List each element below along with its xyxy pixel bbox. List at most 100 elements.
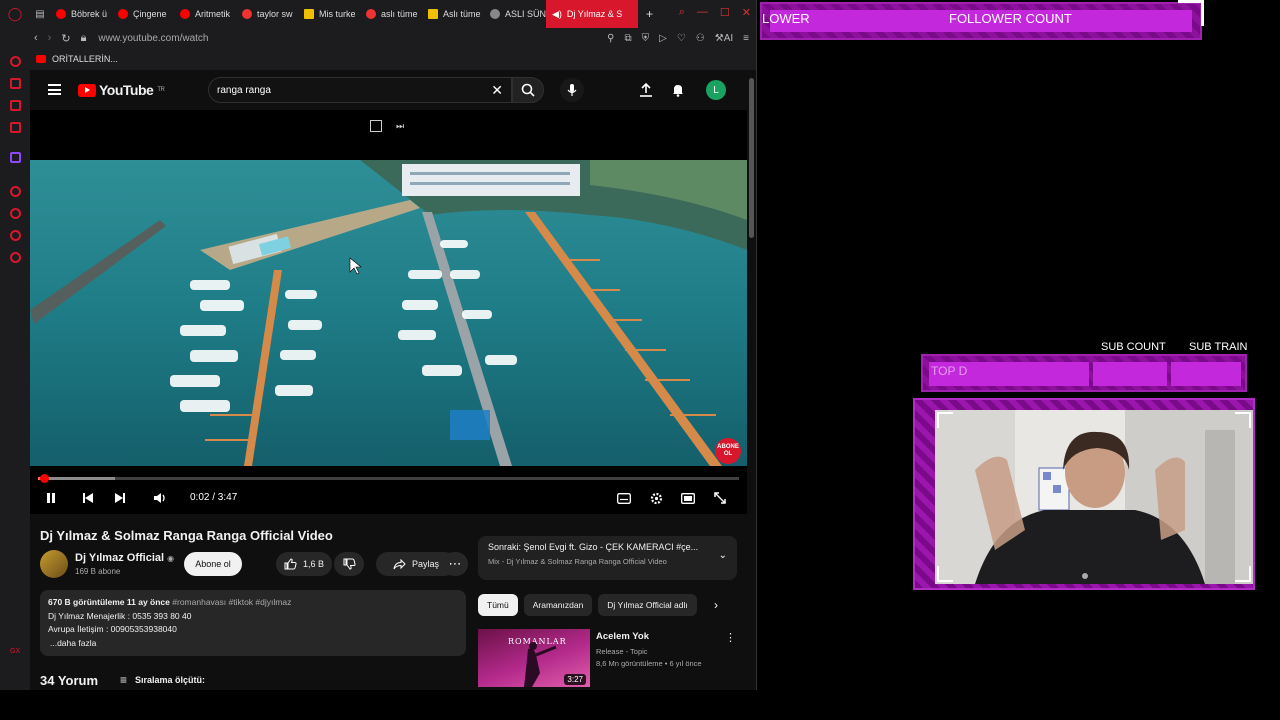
- clear-search-icon[interactable]: ✕: [491, 82, 503, 99]
- channel-avatar[interactable]: [40, 550, 68, 578]
- menu-icon[interactable]: ≡: [743, 33, 749, 44]
- chip-channel[interactable]: Dj Yılmaz Official adlı: [598, 594, 697, 616]
- recommended-title[interactable]: Acelem Yok: [596, 631, 649, 642]
- maximize-icon[interactable]: ☐: [720, 6, 730, 19]
- tab-label: Mis turke: [319, 9, 356, 19]
- bookmark-item[interactable]: ORİTALLERİN...: [52, 54, 118, 64]
- tab[interactable]: Aslı tüme: [422, 0, 484, 28]
- back-icon[interactable]: ‹: [34, 32, 38, 45]
- chip-from-search[interactable]: Aramanızdan: [523, 594, 593, 616]
- tab[interactable]: taylor sw: [236, 0, 298, 28]
- video-thumbnail[interactable]: ROMANLAR 3:27: [478, 629, 590, 687]
- search-input[interactable]: ranga ranga ✕: [208, 77, 512, 103]
- description-line: Dj Yılmaz Menajerlik : 0535 393 80 40: [48, 610, 192, 621]
- close-icon[interactable]: ✕: [742, 6, 751, 19]
- more-vertical-icon[interactable]: ⋮: [725, 631, 736, 644]
- chip-all[interactable]: Tümü: [478, 594, 518, 616]
- up-next-panel[interactable]: Sonraki: Şenol Evgi ft. Gizo - ÇEK KAMER…: [478, 536, 737, 580]
- snapshot-icon[interactable]: ⧉: [624, 33, 631, 44]
- sort-comments-button[interactable]: ≡ Sıralama ölçütü:: [120, 673, 205, 687]
- messenger-icon[interactable]: [10, 122, 21, 133]
- account-avatar[interactable]: L: [706, 80, 726, 100]
- new-tab-button[interactable]: +: [638, 7, 653, 21]
- volume-icon: [154, 493, 165, 503]
- chevron-down-icon[interactable]: ⌄: [719, 550, 727, 561]
- youtube-page: YouTube TR ranga ranga ✕ L ⏭ ABONE OL 0:…: [30, 70, 756, 690]
- scrollbar-thumb[interactable]: [749, 78, 754, 238]
- progress-bar[interactable]: [38, 474, 739, 483]
- show-more-link[interactable]: ...daha fazla: [48, 637, 458, 651]
- notifications-button[interactable]: [668, 80, 688, 100]
- forward-icon[interactable]: ›: [48, 32, 52, 45]
- clock-icon[interactable]: [10, 208, 21, 219]
- tab[interactable]: Mis turke: [298, 0, 360, 28]
- twitch-icon[interactable]: [10, 152, 21, 163]
- chat-icon[interactable]: [10, 100, 21, 111]
- pause-button[interactable]: [43, 490, 59, 506]
- top-label: TOP D: [931, 364, 968, 378]
- tab-manager-icon[interactable]: ▤: [30, 9, 50, 20]
- gx-icon[interactable]: GX: [10, 648, 20, 655]
- voice-search-button[interactable]: [560, 78, 584, 102]
- bag-icon[interactable]: [10, 78, 21, 89]
- pin-icon[interactable]: ⚲: [607, 33, 614, 44]
- volume-button[interactable]: [152, 490, 168, 506]
- video-frame[interactable]: ABONE OL: [30, 160, 747, 466]
- history-icon[interactable]: [10, 56, 21, 67]
- skip-icon[interactable]: ⏭: [396, 120, 408, 132]
- subscribe-watermark[interactable]: ABONE OL: [715, 438, 741, 464]
- like-button[interactable]: 1,6 B: [276, 552, 332, 576]
- folder-icon: [304, 9, 314, 19]
- browser-window: ◯ ▤ Böbrek ü Çingene Aritmetik taylor sw…: [0, 0, 757, 690]
- menu-icon[interactable]: [48, 84, 61, 95]
- reload-icon[interactable]: ↻: [61, 32, 70, 45]
- previous-button[interactable]: [80, 490, 96, 506]
- settings-icon[interactable]: [10, 252, 21, 263]
- youtube-logo[interactable]: YouTube TR: [78, 82, 165, 98]
- top-donor-overlay: TOP D: [921, 354, 1247, 392]
- tab[interactable]: Çingene: [112, 0, 174, 28]
- theater-mode-button[interactable]: [680, 490, 696, 506]
- wallet-icon[interactable]: ⚇: [696, 33, 705, 44]
- url-field[interactable]: www.youtube.com/watch: [98, 33, 208, 44]
- player-icon[interactable]: [10, 186, 21, 197]
- scrubber-handle[interactable]: [40, 474, 49, 483]
- dislike-button[interactable]: [334, 552, 364, 576]
- hashtags[interactable]: #romanhavası #tiktok #djyılmaz: [172, 597, 291, 607]
- window-controls: ⌕ — ☐ ✕: [679, 6, 751, 19]
- next-button[interactable]: [112, 490, 128, 506]
- video-player[interactable]: ⏭ ABONE OL 0:02 / 3:47: [30, 110, 747, 514]
- recommended-video[interactable]: ROMANLAR 3:27 Acelem Yok Release - Topic…: [478, 629, 748, 687]
- subscribe-button[interactable]: Abone ol: [184, 552, 242, 576]
- tab[interactable]: ASLI SÜN: [484, 0, 546, 28]
- fullscreen-button[interactable]: [712, 490, 728, 506]
- tab[interactable]: Aritmetik: [174, 0, 236, 28]
- search-icon: [521, 83, 535, 97]
- extensions-icon[interactable]: [10, 230, 21, 241]
- description-box[interactable]: 670 B görüntüleme 11 ay önce #romanhavas…: [40, 590, 466, 656]
- upload-button[interactable]: [636, 80, 656, 100]
- youtube-icon: [118, 9, 128, 19]
- ai-button[interactable]: ⚒AI: [715, 33, 733, 44]
- miniplayer-icon[interactable]: [370, 120, 382, 132]
- browser-logo-icon[interactable]: ◯: [0, 6, 30, 22]
- sidebar-rail: GX: [0, 48, 30, 690]
- shield-icon[interactable]: ⛨: [642, 33, 650, 44]
- tab-active[interactable]: ◀) Dj Yılmaz & S: [546, 0, 638, 28]
- minimize-icon[interactable]: —: [697, 6, 708, 19]
- chevron-right-icon[interactable]: ›: [714, 598, 718, 612]
- tab[interactable]: aslı tüme: [360, 0, 422, 28]
- search-tabs-icon[interactable]: ⌕: [679, 6, 685, 19]
- page-scrollbar[interactable]: [749, 70, 754, 690]
- settings-button[interactable]: [648, 490, 664, 506]
- search-button[interactable]: [512, 77, 544, 103]
- tab[interactable]: Böbrek ü: [50, 0, 112, 28]
- more-actions-button[interactable]: ⋯: [442, 552, 468, 576]
- recommended-channel[interactable]: Release - Topic: [596, 647, 648, 656]
- send-icon[interactable]: ▷: [659, 33, 667, 44]
- heart-icon[interactable]: ♡: [677, 33, 686, 44]
- verified-icon: ◉: [167, 554, 175, 563]
- theater-icon: [681, 492, 695, 504]
- channel-name[interactable]: Dj Yılmaz Official ◉: [75, 552, 174, 564]
- subtitles-button[interactable]: [616, 490, 632, 506]
